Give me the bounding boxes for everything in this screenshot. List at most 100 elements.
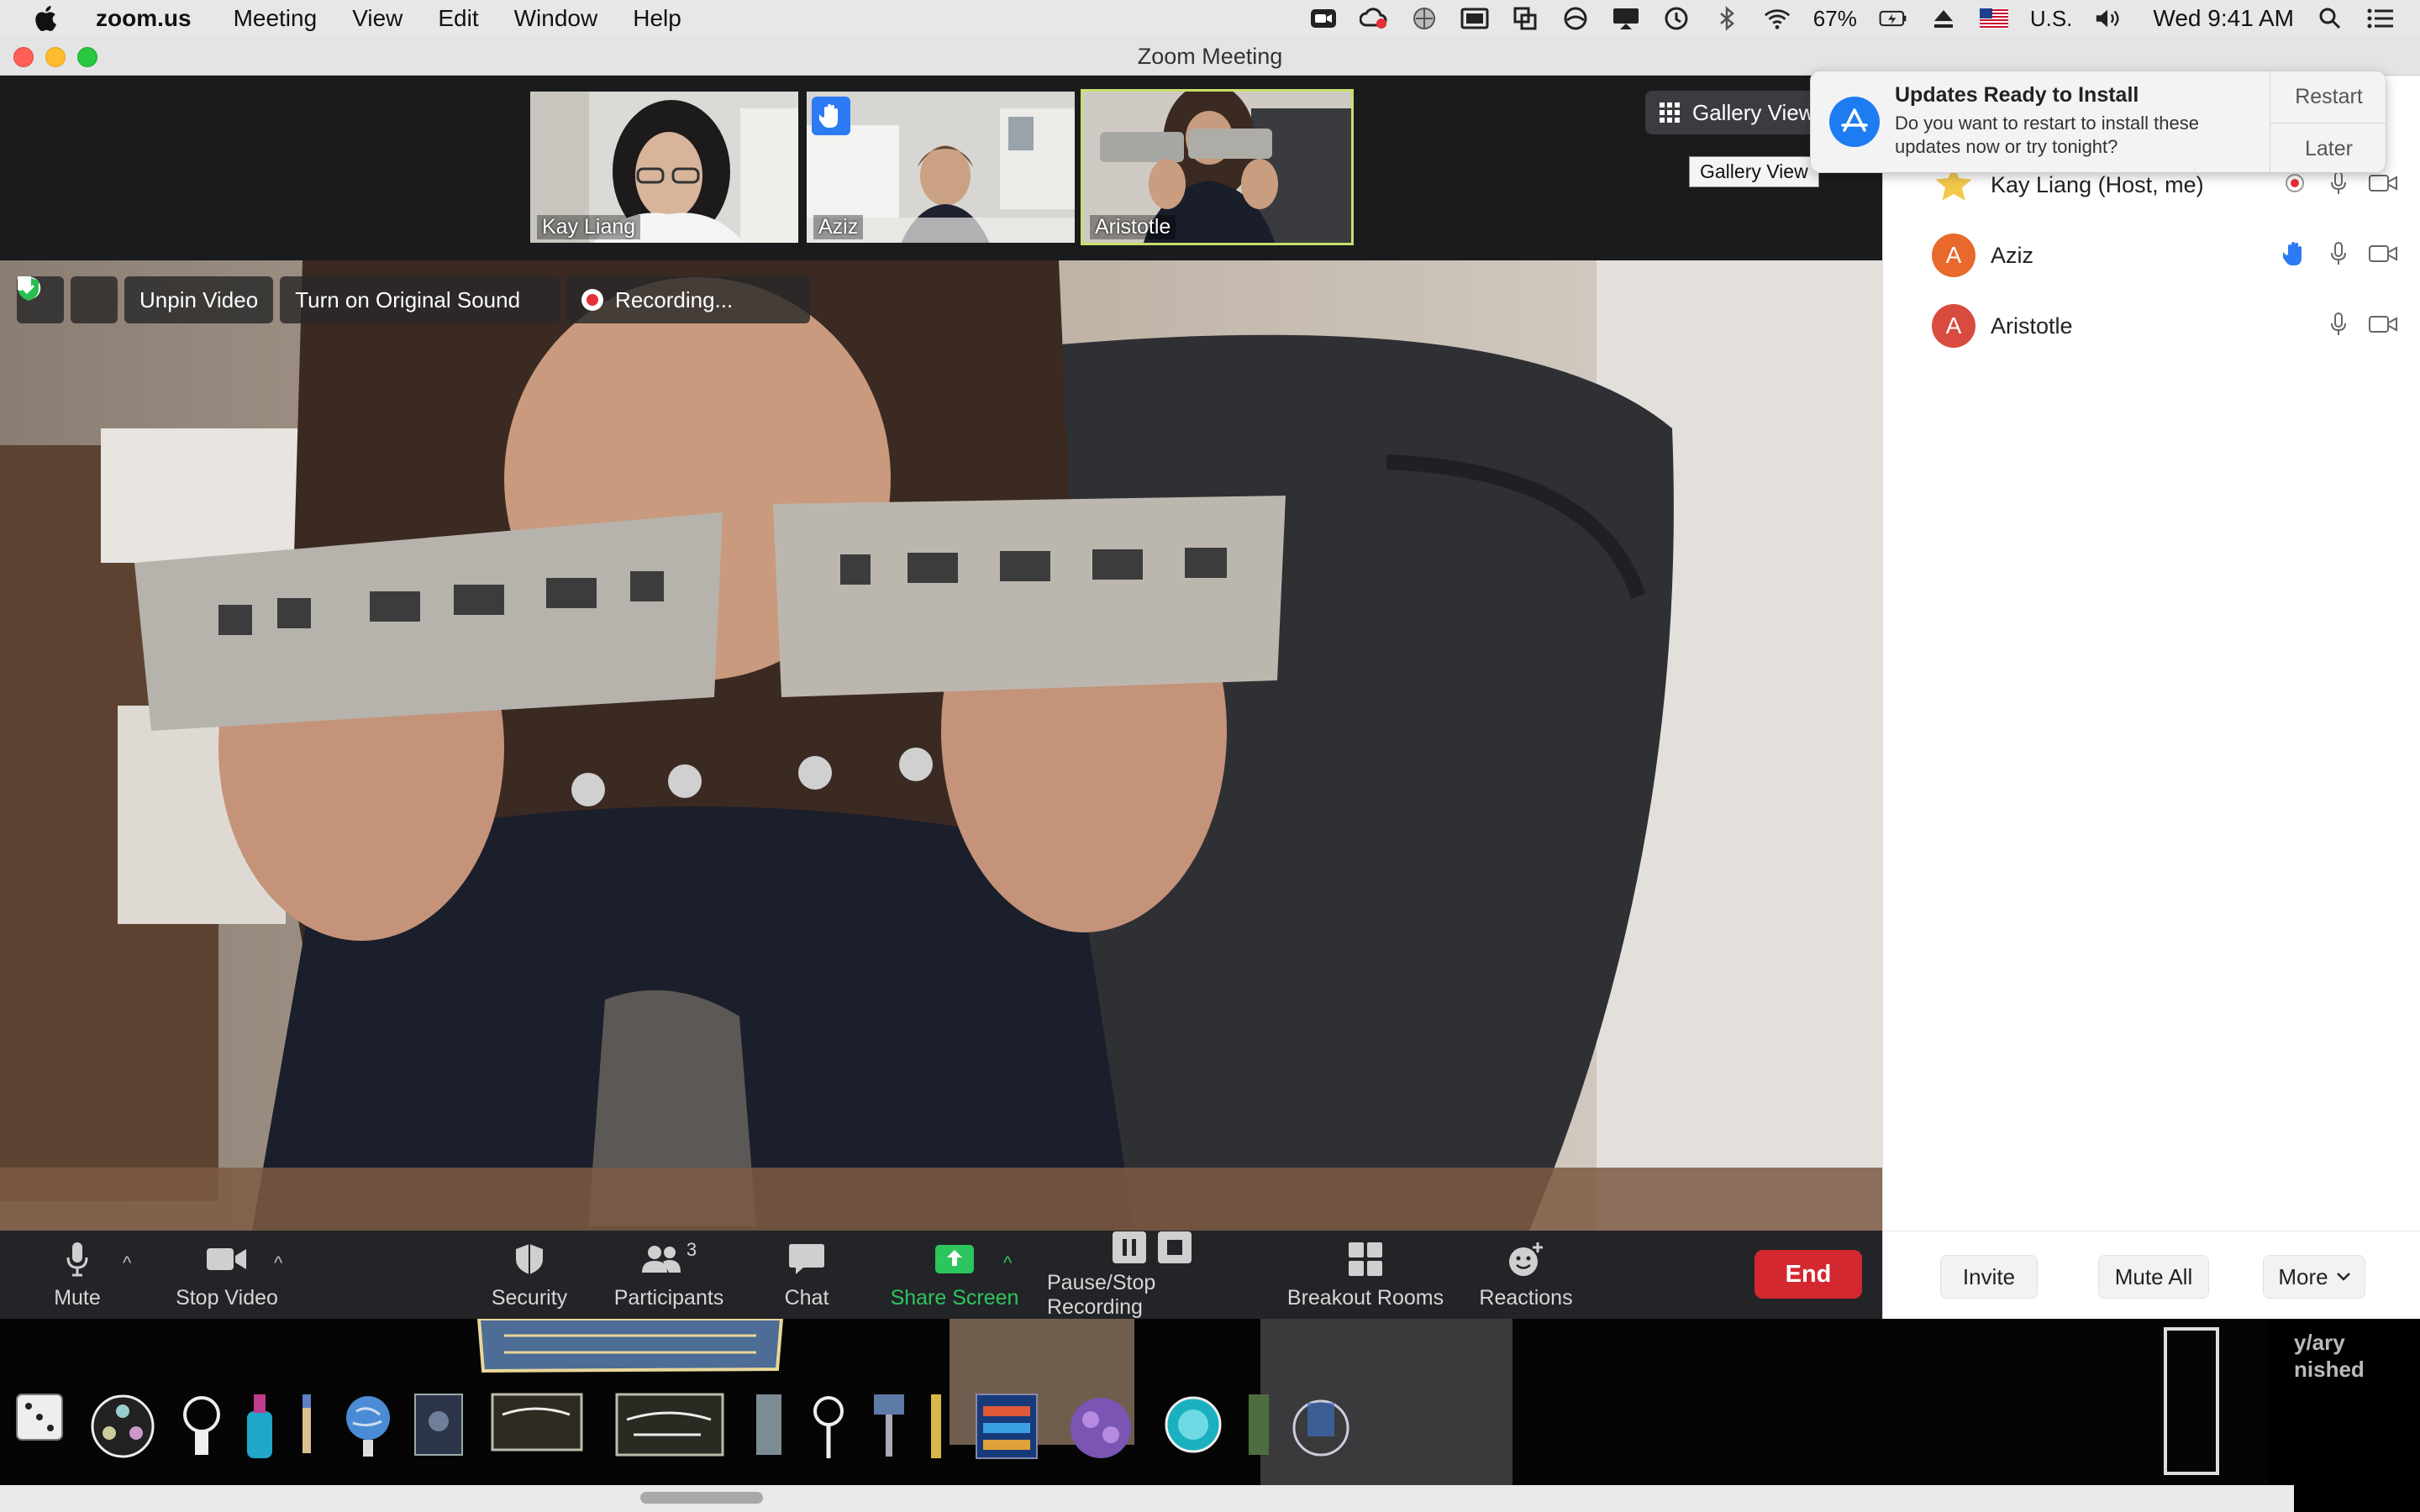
microphone-icon[interactable] <box>2330 171 2347 200</box>
eject-icon[interactable] <box>1929 6 1958 31</box>
menu-help[interactable]: Help <box>633 5 681 32</box>
participants-button[interactable]: 3 Participants <box>608 1231 729 1319</box>
gallery-view-button[interactable]: Gallery View <box>1645 91 1830 134</box>
menu-view[interactable]: View <box>352 5 402 32</box>
security-button[interactable]: Security <box>486 1231 573 1319</box>
notification-title: Updates Ready to Install <box>1895 83 2139 107</box>
volume-icon[interactable] <box>2094 6 2123 31</box>
active-speaker-video[interactable]: Unpin Video Turn on Original Sound Recor… <box>0 260 1882 1231</box>
input-source-label[interactable]: U.S. <box>2030 6 2073 32</box>
desktop-partial-text-2: nished <box>2294 1357 2365 1382</box>
stop-video-button[interactable]: Stop Video <box>168 1231 286 1319</box>
chat-button[interactable]: Chat <box>773 1231 840 1319</box>
notification-center-icon[interactable] <box>2366 6 2395 31</box>
app-menu-zoom[interactable]: zoom.us <box>96 5 192 32</box>
app-store-icon <box>1829 97 1880 147</box>
circle-icon[interactable] <box>1561 6 1590 31</box>
pause-icon <box>1113 1231 1146 1263</box>
notification-actions: Restart Later <box>2270 71 2386 172</box>
horizontal-scrollbar-thumb[interactable] <box>640 1492 763 1504</box>
video-options-caret-icon[interactable]: ^ <box>274 1252 282 1274</box>
share-options-caret-icon[interactable]: ^ <box>1003 1252 1012 1274</box>
chat-bubble-icon <box>789 1244 824 1274</box>
share-screen-button[interactable]: Share Screen <box>887 1231 1022 1319</box>
people-icon <box>641 1246 681 1273</box>
recording-indicator-icon <box>2285 173 2305 197</box>
raised-hand-icon <box>2281 240 2307 271</box>
display-icon[interactable] <box>1612 6 1640 31</box>
battery-icon[interactable] <box>1879 6 1907 31</box>
video-camera-icon[interactable] <box>2369 173 2397 197</box>
microphone-icon[interactable] <box>2330 312 2347 341</box>
share-screen-label: Share Screen <box>890 1286 1019 1310</box>
breakout-rooms-icon <box>1349 1242 1382 1276</box>
video-camera-icon[interactable] <box>2369 244 2397 268</box>
reactions-button[interactable]: Reactions <box>1476 1231 1576 1319</box>
mute-all-button[interactable]: Mute All <box>2098 1255 2209 1299</box>
menu-meeting[interactable]: Meeting <box>234 5 318 32</box>
thumbnail-name: Kay Liang <box>537 215 641 239</box>
invite-button[interactable]: Invite <box>1940 1255 2038 1299</box>
participants-count: 3 <box>686 1239 697 1260</box>
encryption-shield-button[interactable] <box>18 276 118 323</box>
flag-icon[interactable] <box>1979 6 2008 31</box>
time-machine-icon[interactable] <box>1662 6 1691 31</box>
menu-clock[interactable]: Wed 9:41 AM <box>2153 5 2294 32</box>
restart-button[interactable]: Restart <box>2270 71 2386 123</box>
breakout-rooms-button[interactable]: Breakout Rooms <box>1286 1231 1445 1319</box>
zoom-camera-icon[interactable] <box>1309 6 1338 31</box>
bluetooth-icon[interactable] <box>1712 6 1741 31</box>
video-thumbnail-aziz[interactable]: Aziz <box>804 89 1077 245</box>
thumbnail-name: Aziz <box>813 215 864 239</box>
creative-cloud-icon[interactable] <box>1359 6 1388 31</box>
participant-row-aristotle[interactable]: A Aristotle <box>1883 291 2420 361</box>
window-title: Zoom Meeting <box>1137 44 1283 69</box>
desktop-frame-object <box>2164 1327 2219 1475</box>
participants-panel: Kay Liang (Host, me) A Aziz A Aristotle … <box>1882 76 2420 1319</box>
update-notification[interactable]: Updates Ready to Install Do you want to … <box>1810 71 2386 173</box>
participant-row-aziz[interactable]: A Aziz <box>1883 220 2420 291</box>
battery-percent: 67% <box>1812 5 1857 31</box>
smiley-plus-icon <box>1509 1242 1543 1276</box>
menu-edit[interactable]: Edit <box>438 5 478 32</box>
audio-options-caret-icon[interactable]: ^ <box>123 1252 131 1274</box>
record-dot-icon <box>581 289 604 311</box>
grid-icon <box>1660 102 1680 123</box>
desktop-wallpaper <box>0 1317 2269 1485</box>
raised-hand-icon <box>812 97 850 135</box>
spotlight-icon[interactable] <box>2316 6 2344 31</box>
speaker-video-frame <box>0 260 1882 1231</box>
share-screen-icon <box>935 1245 974 1273</box>
ball-icon[interactable] <box>1410 6 1439 31</box>
menu-bar: zoom.us Meeting View Edit Window Help 67… <box>0 0 2420 37</box>
pause-stop-recording-button[interactable]: Pause/Stop Recording <box>1047 1231 1257 1319</box>
unpin-video-button[interactable]: Unpin Video <box>124 276 274 323</box>
video-camera-icon <box>207 1248 246 1270</box>
screen-icon[interactable] <box>1460 6 1489 31</box>
mute-label: Mute <box>54 1286 101 1310</box>
mute-button[interactable]: Mute <box>44 1231 111 1319</box>
copy-icon[interactable] <box>1511 6 1539 31</box>
stop-video-label: Stop Video <box>176 1286 278 1310</box>
video-thumbnail-aristotle[interactable]: Aristotle <box>1081 89 1354 245</box>
later-button[interactable]: Later <box>2270 123 2386 172</box>
menu-window[interactable]: Window <box>514 5 598 32</box>
notification-body: Do you want to restart to install these … <box>1895 113 2199 157</box>
more-button[interactable]: More <box>2263 1255 2365 1299</box>
original-sound-button[interactable]: Turn on Original Sound <box>18 276 560 323</box>
shield-icon <box>516 1244 543 1274</box>
end-meeting-button[interactable]: End <box>1754 1250 1862 1299</box>
gallery-view-label: Gallery View <box>1692 99 1815 125</box>
wifi-icon[interactable] <box>1763 6 1791 31</box>
participants-footer: Invite Mute All More <box>1883 1231 2420 1319</box>
window-scroll-track[interactable] <box>0 1485 2294 1512</box>
original-sound-label: Turn on Original Sound <box>295 286 521 312</box>
video-camera-icon[interactable] <box>2369 314 2397 339</box>
microphone-icon[interactable] <box>2330 241 2347 270</box>
pause-stop-recording-label: Pause/Stop Recording <box>1047 1270 1156 1319</box>
more-label: More <box>2278 1263 2328 1289</box>
recording-label: Recording... <box>615 286 734 312</box>
apple-logo-icon[interactable] <box>32 3 62 34</box>
video-thumbnail-kay[interactable]: Kay Liang <box>528 89 801 245</box>
breakout-rooms-label: Breakout Rooms <box>1286 1286 1444 1310</box>
